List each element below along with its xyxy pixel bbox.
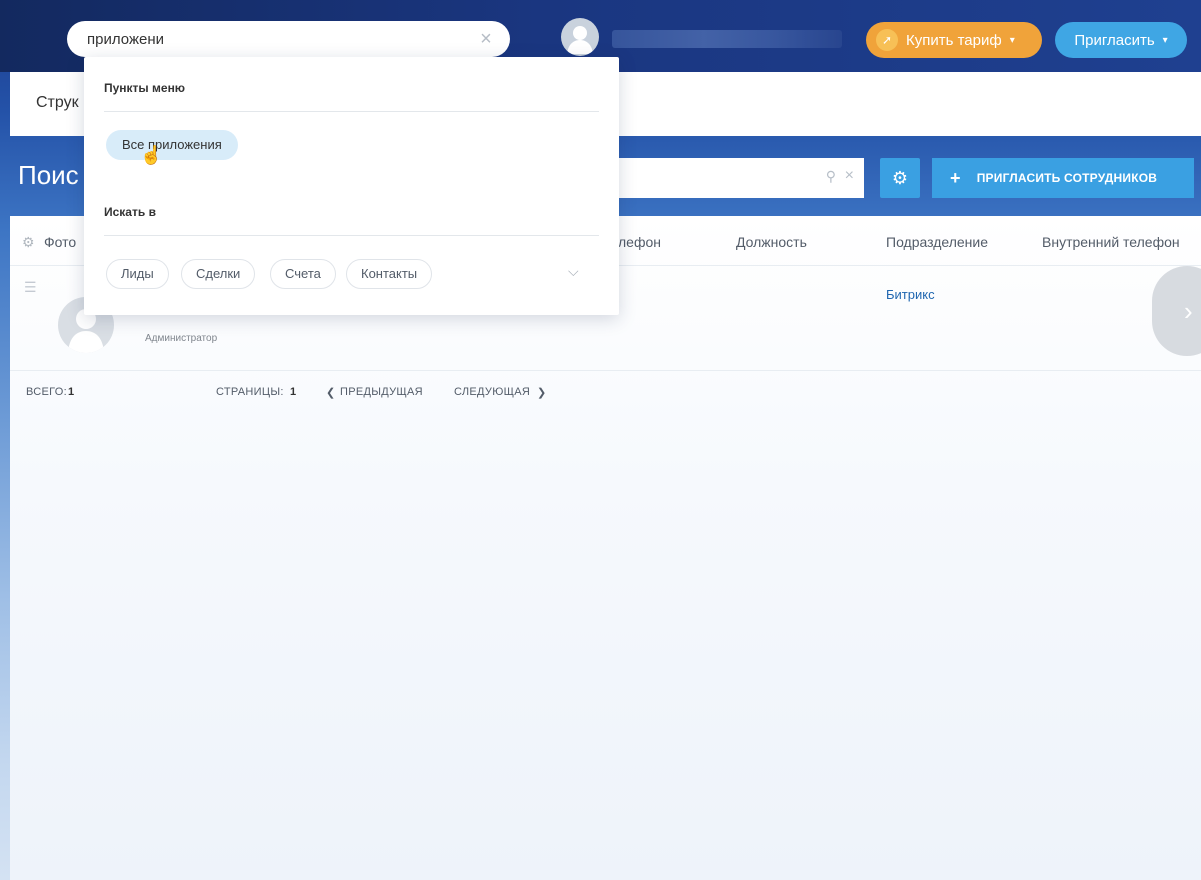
- employee-grid: ⚙ Фото лефон Должность Подразделение Вну…: [10, 216, 1201, 880]
- column-header[interactable]: Внутренний телефон: [1042, 234, 1180, 250]
- department-link[interactable]: Битрикс: [886, 287, 935, 302]
- invite-button[interactable]: Пригласить ▾: [1055, 22, 1187, 58]
- next-page-link[interactable]: СЛЕДУЮЩАЯ: [454, 386, 530, 398]
- chip-leads[interactable]: Лиды: [106, 259, 169, 289]
- chevron-down-icon: ▾: [1162, 34, 1168, 46]
- total-label: ВСЕГО:: [26, 386, 68, 398]
- section-title-search-in: Искать в: [104, 205, 156, 219]
- invite-staff-label: ПРИГЛАСИТЬ СОТРУДНИКОВ: [976, 171, 1158, 185]
- global-search[interactable]: ×: [67, 21, 510, 57]
- chevron-left-icon[interactable]: ❮: [326, 386, 336, 399]
- buy-plan-label: Купить тариф: [906, 31, 1002, 49]
- search-results-dropdown: Пункты меню Все приложения ☝ Искать в Ли…: [84, 57, 619, 315]
- chip-contacts[interactable]: Контакты: [346, 259, 433, 289]
- menu-item-all-apps[interactable]: Все приложения: [106, 130, 238, 160]
- chevron-right-icon[interactable]: ❯: [537, 386, 547, 399]
- pages-label: СТРАНИЦЫ:: [216, 386, 284, 398]
- chip-deals[interactable]: Сделки: [181, 259, 256, 289]
- divider: [104, 235, 599, 236]
- prev-page-link[interactable]: ПРЕДЫДУЩАЯ: [340, 386, 423, 398]
- column-header[interactable]: Фото: [44, 234, 76, 250]
- chevron-down-icon: ▾: [1009, 34, 1015, 46]
- chip-invoices[interactable]: Счета: [270, 259, 336, 289]
- plus-icon: +: [950, 167, 961, 188]
- user-avatar[interactable]: [561, 18, 599, 56]
- gear-icon: ⚙: [891, 167, 909, 188]
- total-value: 1: [68, 386, 75, 398]
- hand-cursor-icon: ☝: [140, 145, 163, 165]
- column-header[interactable]: лефон: [618, 234, 661, 250]
- invite-staff-button[interactable]: + ПРИГЛАСИТЬ СОТРУДНИКОВ: [932, 158, 1194, 198]
- drag-handle-icon[interactable]: ☰: [24, 279, 37, 296]
- chevron-down-icon[interactable]: ⌵: [568, 263, 579, 280]
- clear-icon[interactable]: ×: [845, 167, 854, 185]
- next-arrow-button[interactable]: ›: [1152, 266, 1201, 356]
- column-header[interactable]: Подразделение: [886, 234, 988, 250]
- rocket-icon: ➚: [876, 29, 898, 51]
- section-title-menu: Пункты меню: [104, 81, 186, 95]
- page-title: Поис: [18, 160, 79, 190]
- breadcrumb[interactable]: Струк: [36, 94, 79, 112]
- pagination: ВСЕГО: 1 СТРАНИЦЫ: 1 ❮ ПРЕДЫДУЩАЯ СЛЕДУЮ…: [10, 386, 1201, 406]
- filter-search-field[interactable]: ⚲ ×: [612, 158, 864, 198]
- divider: [104, 111, 599, 112]
- gear-icon[interactable]: ⚙: [22, 234, 35, 251]
- user-name-redacted[interactable]: [612, 30, 842, 48]
- buy-plan-button[interactable]: ➚ Купить тариф ▾: [866, 22, 1042, 58]
- chevron-right-icon: ›: [1184, 295, 1193, 326]
- invite-label: Пригласить: [1074, 31, 1155, 49]
- page-number[interactable]: 1: [290, 386, 296, 398]
- clear-icon[interactable]: ×: [476, 29, 496, 49]
- search-input[interactable]: [87, 21, 467, 57]
- user-silhouette-icon: [567, 26, 593, 54]
- search-icon[interactable]: ⚲: [826, 168, 836, 185]
- column-header[interactable]: Должность: [736, 234, 807, 250]
- employee-role: Администратор: [145, 333, 218, 344]
- settings-button[interactable]: ⚙: [880, 158, 920, 198]
